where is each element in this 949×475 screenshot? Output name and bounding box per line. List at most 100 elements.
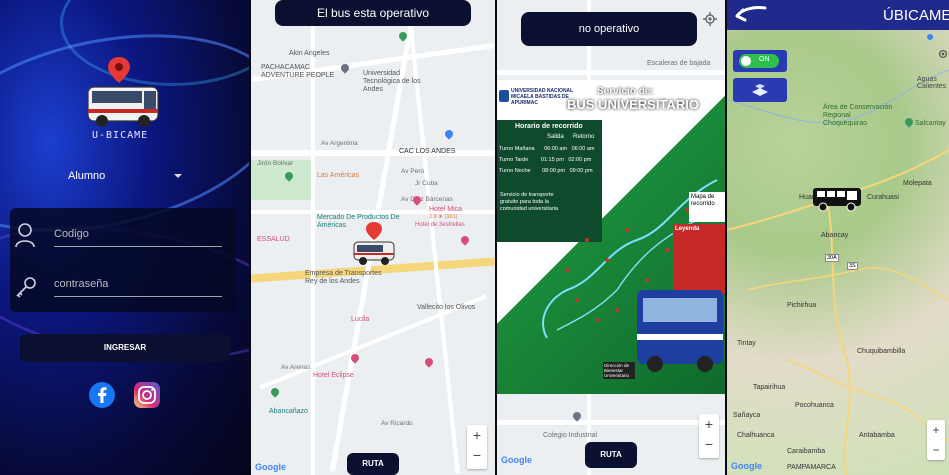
place-label[interactable]: Molepata (903, 180, 932, 187)
zoom-controls: + − (699, 414, 719, 458)
street-label: Av Arenas (281, 364, 311, 371)
street-label: Jirón Bolívar (257, 160, 294, 167)
route-button[interactable]: RUTA (585, 442, 637, 468)
place-label[interactable]: Caraibamba (787, 448, 825, 455)
street-label: Av Díaz Bárcenas (401, 196, 453, 203)
place-label[interactable]: Las Américas (317, 172, 359, 179)
place-label[interactable]: Pocohuanca (795, 402, 834, 409)
toggle-label: ON (759, 56, 770, 63)
regional-map-screen: ÚBICAME ON Aguas Calientes Área de Conse… (727, 0, 949, 475)
place-label[interactable]: Tintay (737, 340, 756, 347)
zoom-in-button[interactable]: + (699, 414, 719, 434)
street-label: Jr Cuba (415, 180, 438, 187)
map-screen-not-operational: no operativo Escaleras de bajada UNIVERS… (497, 0, 725, 475)
university-seal (499, 90, 509, 102)
place-label[interactable]: Empresa de Transportes Rey de los Andes (305, 270, 395, 286)
route-shield: 30A (825, 254, 839, 262)
legend-box: Leyenda (673, 224, 725, 294)
bus-logo-icon (87, 57, 159, 127)
place-label[interactable]: Vallecito los Olivos (417, 304, 475, 311)
bus-marker-icon[interactable] (811, 186, 863, 212)
user-icon (15, 223, 35, 248)
place-label: Akin Angeles (289, 50, 330, 57)
place-label[interactable]: Curahuasi (867, 194, 899, 201)
rating: 3.9 ★ (161) (429, 214, 458, 220)
street-label: Av Perú (401, 168, 425, 175)
submit-button[interactable]: INGRESAR (20, 334, 230, 362)
place-label[interactable]: Pichirhua (787, 302, 816, 309)
place-label[interactable]: Hotel Mica (429, 206, 462, 213)
place-label[interactable]: CAC LOS ANDES (399, 148, 455, 155)
route-button[interactable]: RUTA (347, 453, 399, 475)
bus-poster: UNIVERSIDAD NACIONAL MICAELA BASTIDAS DE… (497, 80, 725, 394)
map-screen-operational: El bus esta operativo Akin Angeles PACHA… (251, 0, 495, 475)
street-label: Av Argentina (321, 140, 358, 147)
place-label[interactable]: Tapairihua (753, 384, 785, 391)
place-pin-icon[interactable] (423, 356, 435, 368)
status-banner: no operativo (521, 12, 697, 46)
zoom-out-button[interactable]: − (467, 445, 487, 465)
password-field[interactable]: contraseña (54, 278, 222, 297)
google-logo: Google (255, 462, 286, 472)
facebook-icon[interactable] (89, 382, 115, 408)
zoom-out-button[interactable]: − (699, 434, 719, 454)
bus-photo-icon (637, 290, 723, 372)
locate-icon[interactable] (937, 48, 949, 60)
code-field[interactable]: Codigo (54, 228, 222, 247)
page-title: ÚBICAME (883, 7, 949, 24)
key-icon (16, 277, 36, 298)
zoom-in-button[interactable]: + (467, 425, 487, 445)
zoom-controls: + − (927, 420, 945, 460)
place-pin-icon[interactable] (269, 386, 281, 398)
place-label[interactable]: Hotel Eclipse (313, 372, 354, 379)
poster-title: BUS UNIVERSITARIO (567, 97, 699, 112)
place-label[interactable]: Salcantay (915, 120, 946, 127)
place-label[interactable]: Aguas Calientes (917, 76, 949, 90)
place-label[interactable]: Abancay (821, 232, 848, 239)
street (497, 420, 725, 425)
blue-dot-icon (927, 34, 933, 40)
zoom-controls: + − (467, 425, 487, 469)
role-select[interactable]: Alumno (68, 170, 186, 182)
map-layers-icon (752, 84, 768, 96)
locate-icon[interactable] (703, 12, 717, 26)
instagram-icon[interactable] (134, 382, 160, 408)
place-label[interactable]: Chalhuanca (737, 432, 774, 439)
login-screen: U-BICAME Alumno Codigo contraseña INGRES… (0, 0, 249, 475)
place-label[interactable]: Abancañazo (269, 408, 308, 415)
zoom-out-button[interactable]: − (927, 440, 945, 460)
place-label[interactable]: Lucila (351, 316, 369, 323)
place-label[interactable]: PAMPAMARCA (787, 464, 836, 471)
login-form: Codigo contraseña (10, 208, 236, 312)
zoom-in-button[interactable]: + (927, 420, 945, 440)
street-label: Av Ricardo (381, 420, 413, 427)
place-label[interactable]: Colegio Industrial (543, 432, 597, 439)
place-label[interactable]: Universidad Tecnológica de los Andes (363, 70, 433, 94)
place-label[interactable]: Chuquibambilla (857, 348, 905, 355)
poster-direction: Dirección de Bienestar Universitario (603, 362, 635, 379)
place-label[interactable]: Área de Conservación Regional Choquequir… (823, 104, 893, 128)
map-layers-button[interactable] (733, 78, 787, 102)
place-label[interactable]: Sañayca (733, 412, 760, 419)
place-label[interactable]: ESSALUD (257, 236, 290, 243)
schedule-title: Horario de recorrido (515, 123, 583, 130)
place-label[interactable]: Antabamba (859, 432, 895, 439)
legend-title: Leyenda (675, 226, 700, 232)
street (497, 70, 725, 75)
street (251, 150, 495, 156)
poster-map-label: Mapa de recorrido (689, 192, 725, 222)
place-label[interactable]: PACHACAMAC ADVENTURE PEOPLE (261, 64, 351, 80)
place-pin-icon[interactable] (443, 128, 455, 140)
toggle-knob (741, 56, 751, 66)
back-arrow-icon[interactable] (731, 4, 767, 24)
google-logo: Google (501, 455, 532, 465)
route-shield: 3S (847, 262, 858, 270)
chevron-down-icon (174, 174, 182, 178)
bus-marker-icon[interactable] (351, 222, 397, 266)
operation-toggle[interactable]: ON (739, 54, 779, 68)
place-pin-icon[interactable] (459, 234, 471, 246)
status-banner: El bus esta operativo (275, 0, 471, 26)
app-name: U-BICAME (92, 130, 149, 141)
place-label[interactable]: Hotel de 3estrellas (415, 222, 465, 228)
place-label[interactable]: Escaleras de bajada (647, 60, 710, 67)
